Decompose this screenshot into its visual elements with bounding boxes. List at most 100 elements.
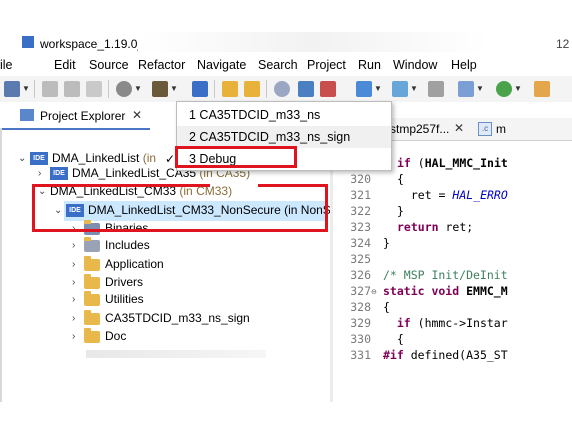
dropdown-arrow-icon[interactable]: ▼ xyxy=(410,84,418,93)
dropdown-arrow-icon[interactable]: ▼ xyxy=(476,84,484,93)
menu-refactor[interactable]: Refactor xyxy=(138,58,185,72)
line-number: 327 xyxy=(350,284,371,298)
save-icon[interactable] xyxy=(42,81,58,97)
editor-tab-stmp257f[interactable]: stmp257f... xyxy=(390,122,449,136)
menu-run[interactable]: Run xyxy=(358,58,381,72)
menu-navigate[interactable]: Navigate xyxy=(197,58,246,72)
project-name: DMA_LinkedList xyxy=(52,151,140,165)
panel-border xyxy=(0,128,2,402)
code-line: return ret; xyxy=(397,220,474,234)
line-number: 328 xyxy=(350,300,371,314)
tree-item-utilities[interactable]: › Utilities xyxy=(72,290,144,310)
gear-icon[interactable] xyxy=(392,81,408,97)
chevron-right-icon[interactable]: › xyxy=(72,294,84,305)
chevron-right-icon[interactable]: › xyxy=(72,259,84,270)
arrow-icon[interactable] xyxy=(244,81,260,97)
ide-icon[interactable] xyxy=(192,81,208,97)
dropdown-arrow-icon[interactable]: ▼ xyxy=(374,84,382,93)
code-line: { xyxy=(397,172,404,186)
tree-item-drivers[interactable]: › Drivers xyxy=(72,273,143,293)
code-line: { xyxy=(383,332,404,346)
annotation-top-left xyxy=(32,184,210,187)
tree-item-label: Includes xyxy=(105,238,150,252)
line-number: 331 xyxy=(350,348,371,362)
dropdown-item-label: 1 CA35TDCID_m33_ns xyxy=(189,108,321,122)
partially-hidden-row xyxy=(86,350,266,358)
run-config-icon[interactable] xyxy=(356,81,372,97)
editor-tab-m[interactable]: m xyxy=(496,122,506,136)
dropdown-arrow-icon[interactable]: ▼ xyxy=(134,84,142,93)
tree-item-application[interactable]: › Application xyxy=(72,255,164,275)
folder-icon xyxy=(84,255,100,271)
line-number: 322 xyxy=(350,204,371,218)
ide-project-icon: IDE xyxy=(30,152,48,166)
menu-source[interactable]: Source xyxy=(89,58,129,72)
print-icon[interactable] xyxy=(86,81,102,97)
menu-window[interactable]: Window xyxy=(393,58,437,72)
chevron-down-icon[interactable]: ⌄ xyxy=(18,153,30,164)
stop-icon[interactable] xyxy=(320,81,336,97)
dropdown-arrow-icon[interactable]: ▼ xyxy=(22,84,30,93)
debug-icon[interactable] xyxy=(298,81,314,97)
tree-item-doc[interactable]: › Doc xyxy=(72,327,126,347)
chevron-right-icon[interactable]: › xyxy=(38,168,50,179)
code-line: if (hmmc->Instar xyxy=(396,316,508,330)
code-line: } xyxy=(383,236,390,250)
chevron-right-icon[interactable]: › xyxy=(72,313,84,324)
run-icon[interactable] xyxy=(496,81,512,97)
code-line: { xyxy=(383,300,390,314)
chevron-right-icon[interactable]: › xyxy=(72,277,84,288)
menu-file[interactable]: ile xyxy=(0,58,13,72)
terminal-icon[interactable] xyxy=(428,81,444,97)
line-number: 320 xyxy=(350,172,371,186)
dropdown-item-ca35tdcid-m33-ns-sign[interactable]: 2 CA35TDCID_m33_ns_sign xyxy=(177,126,391,148)
code-editor[interactable]: if (HAL_MMC_Init 320 { 321 ret = HAL_ERR… xyxy=(333,141,572,425)
dropdown-item-ca35tdcid-m33-ns[interactable]: 1 CA35TDCID_m33_ns xyxy=(177,104,391,126)
checkmark-icon: ✓ xyxy=(165,152,176,166)
toolbar-separator xyxy=(34,80,35,98)
c-file-icon: .c xyxy=(478,122,492,136)
new-class-icon[interactable] xyxy=(458,81,474,97)
line-number: 321 xyxy=(350,188,371,202)
tree-item-label: Application xyxy=(105,257,164,271)
new-icon[interactable] xyxy=(4,81,20,97)
close-icon[interactable]: ✕ xyxy=(132,108,142,122)
tree-item-label: Drivers xyxy=(105,275,143,289)
title-fragment: 12 xyxy=(556,37,570,51)
project-explorer-title: Project Explorer xyxy=(40,109,126,123)
link-icon[interactable] xyxy=(222,81,238,97)
menu-search[interactable]: Search xyxy=(258,58,298,72)
build-hammer-icon[interactable] xyxy=(152,81,168,97)
app-logo-icon xyxy=(22,36,34,48)
dropdown-item-label: 2 CA35TDCID_m33_ns_sign xyxy=(189,130,351,144)
settings-gear-icon[interactable] xyxy=(116,81,132,97)
tree-item-includes[interactable]: › Includes xyxy=(72,236,150,256)
code-comment: /* MSP Init/DeInit xyxy=(383,268,508,282)
tree-item-label: CA35TDCID_m33_ns_sign xyxy=(105,311,250,325)
close-icon[interactable]: ✕ xyxy=(454,121,464,135)
menu-project[interactable]: Project xyxy=(307,58,346,72)
line-number: 323 xyxy=(350,220,371,234)
menu-help[interactable]: Help xyxy=(451,58,477,72)
build-dropdown-arrow-icon[interactable]: ▼ xyxy=(170,84,178,93)
tree-item-ca35tdcid-m33-ns-sign[interactable]: › CA35TDCID_m33_ns_sign xyxy=(72,309,250,329)
search-icon[interactable] xyxy=(274,81,290,97)
line-number: 330 xyxy=(350,332,371,346)
line-number: 324 xyxy=(350,236,371,250)
fold-icon[interactable]: ⊖ xyxy=(371,288,377,296)
external-tools-icon[interactable] xyxy=(534,81,550,97)
menu-edit[interactable]: Edit xyxy=(54,58,76,72)
save-all-icon[interactable] xyxy=(64,81,80,97)
blurred-title-area xyxy=(138,32,488,52)
project-suffix: (in xyxy=(139,151,157,165)
ide-project-icon: IDE xyxy=(50,167,68,181)
dropdown-arrow-icon[interactable]: ▼ xyxy=(514,84,522,93)
code-line: ret = HAL_ERRO xyxy=(397,188,508,202)
chevron-right-icon[interactable]: › xyxy=(72,240,84,251)
toolbar-separator xyxy=(108,80,109,98)
project-explorer-icon xyxy=(20,109,34,121)
toolbar-separator xyxy=(266,80,267,98)
code-line: if (HAL_MMC_Init xyxy=(397,156,508,170)
chevron-right-icon[interactable]: › xyxy=(72,331,84,342)
folder-icon xyxy=(84,327,100,343)
